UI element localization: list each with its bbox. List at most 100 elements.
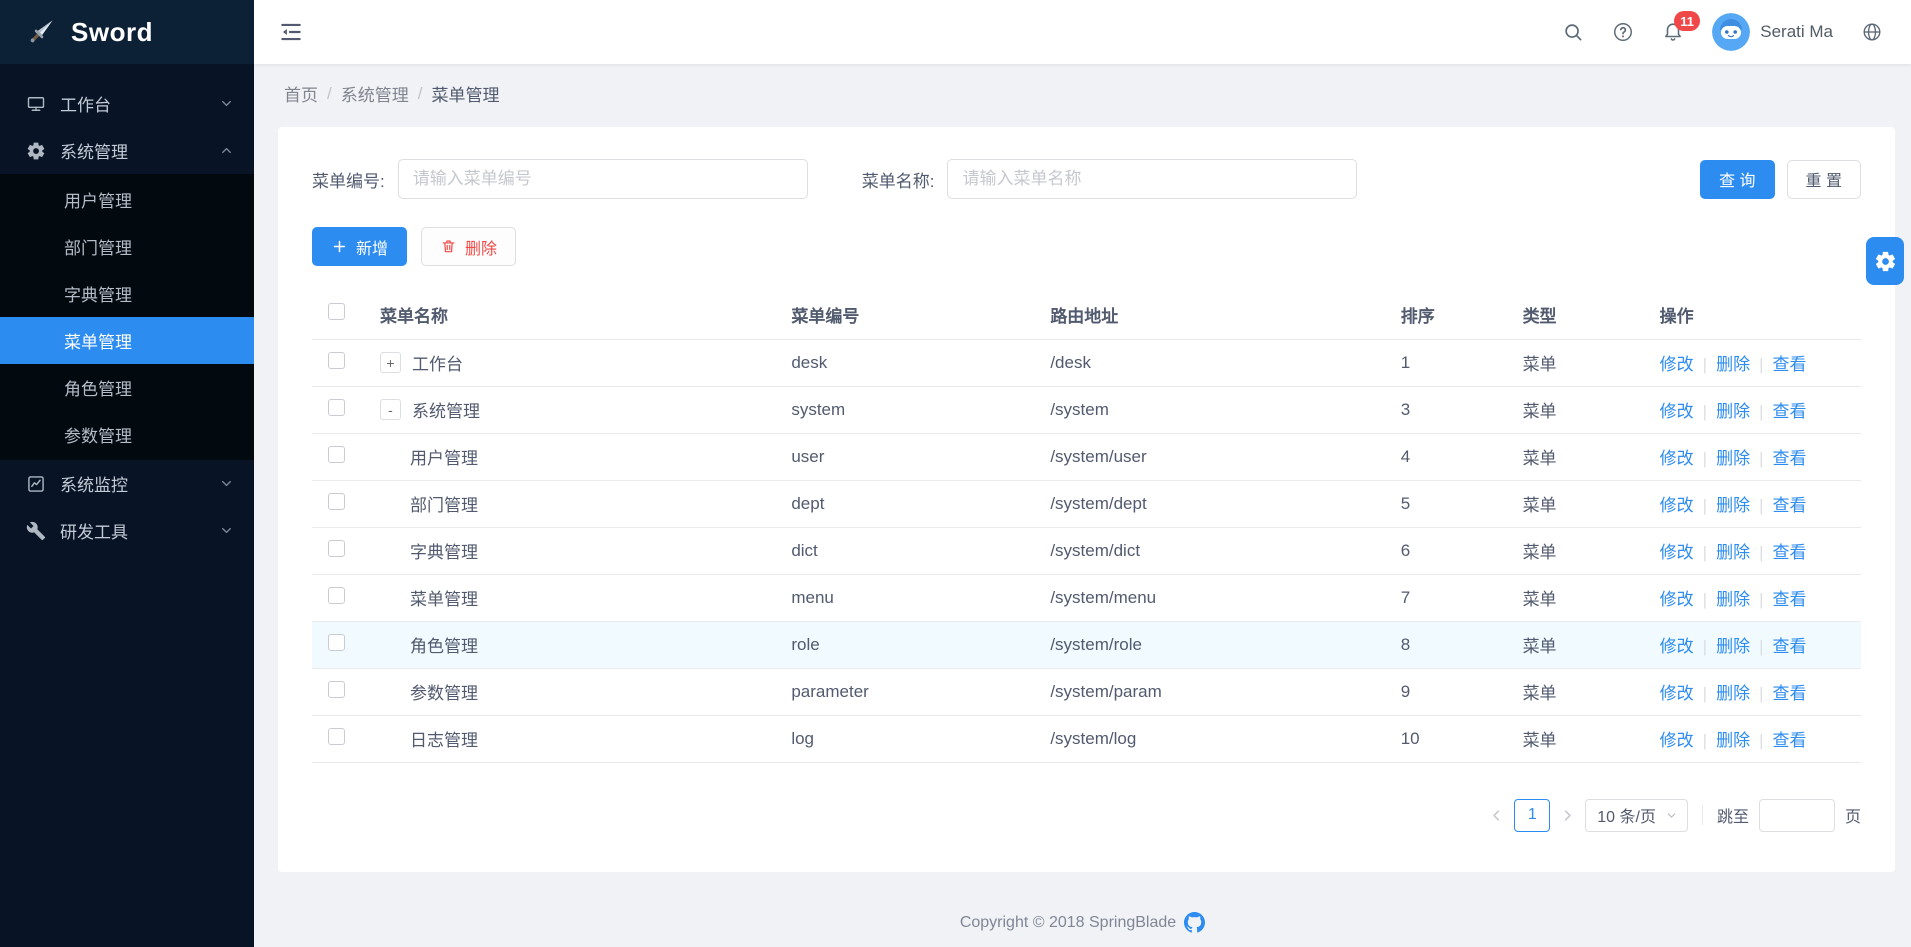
search-button[interactable]: 查 询 (1700, 160, 1774, 199)
delete-button[interactable]: 删除 (421, 227, 516, 266)
action-view-link[interactable]: 查看 (1773, 590, 1807, 609)
sidebar-item-dict[interactable]: 字典管理 (0, 270, 254, 317)
sidebar-item-dept[interactable]: 部门管理 (0, 223, 254, 270)
sidebar-item-param[interactable]: 参数管理 (0, 411, 254, 458)
action-delete-link[interactable]: 删除 (1716, 402, 1750, 421)
sidebar-item-label: 工作台 (60, 91, 111, 116)
breadcrumb-current: 菜单管理 (431, 81, 499, 106)
sidebar-item-role[interactable]: 角色管理 (0, 364, 254, 411)
expand-row-icon[interactable]: + (380, 352, 401, 373)
action-edit-link[interactable]: 修改 (1660, 496, 1694, 515)
action-edit-link[interactable]: 修改 (1660, 449, 1694, 468)
cell-route-path: /desk (1050, 353, 1091, 372)
next-page-icon[interactable] (1560, 808, 1575, 823)
search-form: 菜单编号: 菜单名称: 查 询 重 置 (312, 159, 1861, 199)
action-delete-link[interactable]: 删除 (1716, 731, 1750, 750)
breadcrumb-system[interactable]: 系统管理 (341, 81, 409, 106)
collapse-row-icon[interactable]: - (380, 399, 401, 420)
menu-name-field-group: 菜单名称: (862, 159, 1358, 199)
row-checkbox[interactable] (328, 446, 345, 463)
action-edit-link[interactable]: 修改 (1660, 355, 1694, 374)
cell-menu-code: parameter (791, 682, 868, 701)
action-delete-link[interactable]: 删除 (1716, 449, 1750, 468)
action-separator: | (1703, 731, 1707, 750)
row-checkbox[interactable] (328, 728, 345, 745)
row-checkbox[interactable] (328, 634, 345, 651)
footer: Copyright © 2018 SpringBlade (254, 912, 1911, 947)
action-delete-link[interactable]: 删除 (1716, 543, 1750, 562)
menu-fold-icon[interactable] (278, 19, 304, 45)
row-checkbox[interactable] (328, 587, 345, 604)
action-delete-link[interactable]: 删除 (1716, 637, 1750, 656)
notification-bell[interactable]: 11 (1662, 21, 1684, 43)
cell-type: 菜单 (1523, 731, 1557, 750)
action-view-link[interactable]: 查看 (1773, 543, 1807, 562)
user-menu[interactable]: Serati Ma (1712, 13, 1833, 51)
sidebar-item-label: 研发工具 (60, 518, 128, 543)
cell-menu-code: dept (791, 494, 824, 513)
breadcrumb-home[interactable]: 首页 (284, 81, 318, 106)
action-view-link[interactable]: 查看 (1773, 637, 1807, 656)
sidebar-item-user[interactable]: 用户管理 (0, 176, 254, 223)
sidebar-item-workbench[interactable]: 工作台 (0, 80, 254, 127)
help-icon[interactable] (1612, 21, 1634, 43)
action-edit-link[interactable]: 修改 (1660, 402, 1694, 421)
reset-button[interactable]: 重 置 (1787, 160, 1861, 199)
cell-type: 菜单 (1523, 449, 1557, 468)
theme-settings-button[interactable] (1866, 237, 1904, 285)
action-edit-link[interactable]: 修改 (1660, 590, 1694, 609)
github-icon[interactable] (1184, 912, 1205, 933)
action-view-link[interactable]: 查看 (1773, 496, 1807, 515)
menu-name-input[interactable] (947, 159, 1357, 199)
action-edit-link[interactable]: 修改 (1660, 684, 1694, 703)
action-delete-link[interactable]: 删除 (1716, 590, 1750, 609)
search-icon[interactable] (1562, 21, 1584, 43)
page-size-select[interactable]: 10 条/页 (1585, 799, 1688, 832)
column-header-name: 菜单名称 (368, 290, 779, 339)
add-button[interactable]: 新增 (312, 227, 407, 266)
action-view-link[interactable]: 查看 (1773, 449, 1807, 468)
select-all-checkbox[interactable] (328, 303, 345, 320)
action-edit-link[interactable]: 修改 (1660, 731, 1694, 750)
sidebar-item-menu[interactable]: 菜单管理 (0, 317, 254, 364)
cell-menu-name: 菜单管理 (410, 585, 478, 610)
action-view-link[interactable]: 查看 (1773, 731, 1807, 750)
copyright-text: Copyright © 2018 SpringBlade (960, 914, 1176, 932)
row-checkbox[interactable] (328, 681, 345, 698)
action-delete-link[interactable]: 删除 (1716, 684, 1750, 703)
prev-page-icon[interactable] (1489, 808, 1504, 823)
delete-button-label: 删除 (465, 235, 497, 259)
column-header-type: 类型 (1511, 290, 1648, 339)
row-checkbox[interactable] (328, 540, 345, 557)
cell-sort: 10 (1401, 729, 1420, 748)
cell-menu-code: log (791, 729, 814, 748)
row-checkbox[interactable] (328, 352, 345, 369)
action-view-link[interactable]: 查看 (1773, 355, 1807, 374)
cell-type: 菜单 (1523, 402, 1557, 421)
page-number[interactable]: 1 (1514, 799, 1550, 832)
action-edit-link[interactable]: 修改 (1660, 543, 1694, 562)
sword-icon (24, 15, 58, 49)
cell-route-path: /system/user (1050, 447, 1146, 466)
action-delete-link[interactable]: 删除 (1716, 496, 1750, 515)
action-view-link[interactable]: 查看 (1773, 402, 1807, 421)
jump-label: 跳至 (1717, 803, 1749, 827)
action-edit-link[interactable]: 修改 (1660, 637, 1694, 656)
language-globe-icon[interactable] (1861, 21, 1883, 43)
cell-sort: 7 (1401, 588, 1410, 607)
row-checkbox[interactable] (328, 399, 345, 416)
chevron-down-icon (219, 96, 234, 111)
chart-icon (26, 474, 46, 494)
column-header-code: 菜单编号 (779, 290, 1038, 339)
sidebar-item-monitor[interactable]: 系统监控 (0, 460, 254, 507)
sidebar-item-devtools[interactable]: 研发工具 (0, 507, 254, 554)
action-delete-link[interactable]: 删除 (1716, 355, 1750, 374)
cell-type: 菜单 (1523, 684, 1557, 703)
app-logo[interactable]: Sword (0, 0, 254, 64)
action-view-link[interactable]: 查看 (1773, 684, 1807, 703)
jump-page-input[interactable] (1759, 799, 1835, 832)
sidebar-submenu: 用户管理部门管理字典管理菜单管理角色管理参数管理 (0, 174, 254, 460)
row-checkbox[interactable] (328, 493, 345, 510)
menu-code-input[interactable] (398, 159, 808, 199)
sidebar-item-system[interactable]: 系统管理 (0, 127, 254, 174)
